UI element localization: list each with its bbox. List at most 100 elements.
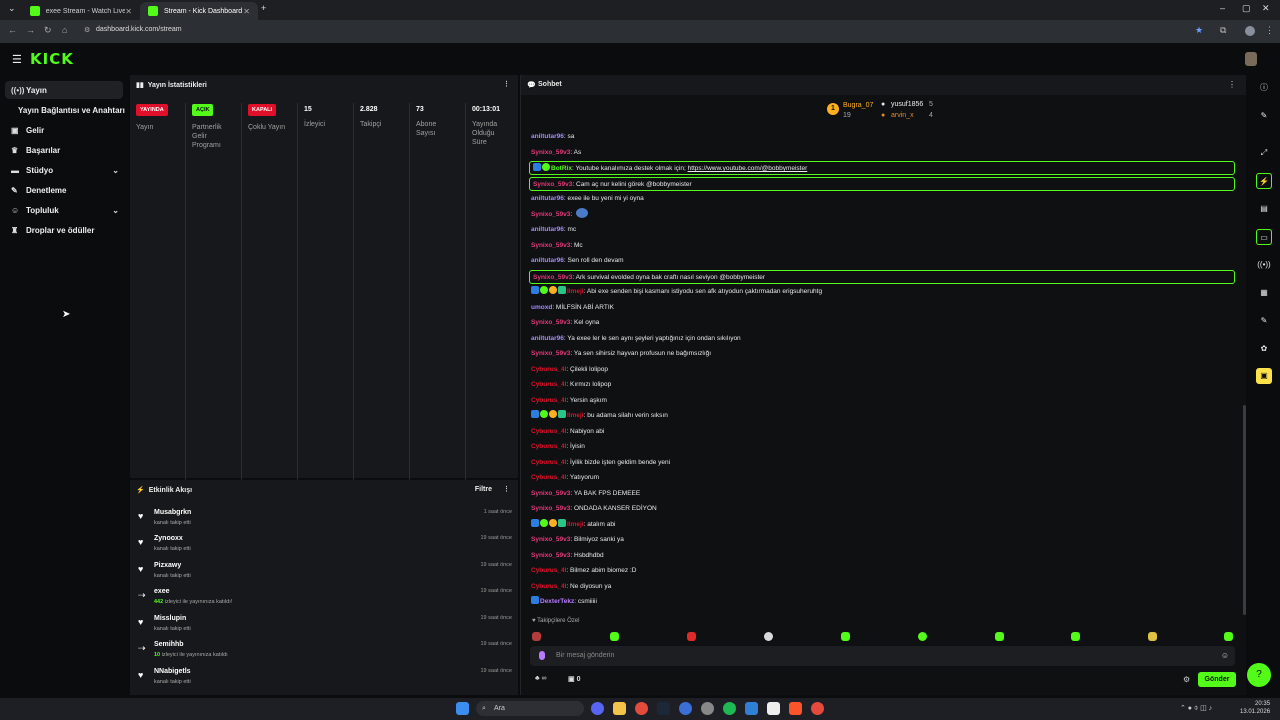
vscode-icon[interactable] — [745, 702, 758, 715]
tab-exee-stream[interactable]: exee Stream - Watch Live on Kick ✕ — [22, 2, 140, 20]
maximize-icon[interactable]: ▢ — [1242, 3, 1251, 14]
sidebar-item-yayin[interactable]: ((•)) Yayın — [5, 81, 123, 99]
activity-user[interactable]: NNabigetls — [154, 668, 191, 675]
chat-username[interactable]: Synixo_59v3 — [533, 274, 572, 281]
broadcast-panel-icon[interactable]: ((•)) — [1256, 257, 1272, 273]
activity-user[interactable]: Pizxawy — [154, 562, 181, 569]
tray-icons[interactable]: ⌃ ● ⌽ ◫ ♪ — [1180, 704, 1212, 713]
folder-icon[interactable] — [613, 702, 626, 715]
emote-icon[interactable] — [1148, 632, 1157, 641]
chat-username[interactable]: BotRix — [551, 165, 572, 172]
chat-username[interactable]: Ilmeji — [567, 521, 584, 528]
menu-icon[interactable]: ⋮ — [1265, 25, 1274, 36]
reload-icon[interactable]: ↻ — [44, 25, 52, 36]
chat-username[interactable]: Synixo_59v3 — [531, 350, 570, 357]
spotify-icon[interactable] — [723, 702, 736, 715]
info-icon[interactable]: ⓘ — [1256, 80, 1272, 96]
emoji-icon[interactable]: ☺ — [1221, 651, 1229, 660]
chat-username[interactable]: Cyburus_4l — [531, 459, 566, 466]
taskbar-clock[interactable]: 20:35 13.01.2026 — [1240, 700, 1270, 716]
kick-logo[interactable]: KICK — [30, 50, 74, 68]
activity-user[interactable]: Zynooxx — [154, 535, 183, 542]
chat-username[interactable]: DexterTekz — [540, 598, 574, 605]
chat-username[interactable]: Cyburus_4l — [531, 366, 566, 373]
emote-icon[interactable] — [995, 632, 1004, 641]
chat-username[interactable]: Synixo_59v3 — [531, 211, 570, 218]
points-counter[interactable]: ♣ ∞ — [535, 675, 547, 682]
emote-icon[interactable] — [687, 632, 696, 641]
close-tab-icon[interactable]: ✕ — [125, 7, 132, 16]
emote-icon[interactable] — [764, 632, 773, 641]
expand-icon[interactable]: ⤢ — [1256, 145, 1272, 161]
chat-username[interactable]: Ilmeji — [567, 288, 584, 295]
bolt-panel-icon[interactable]: ⚡ — [1256, 173, 1272, 189]
chrome-icon[interactable] — [635, 702, 648, 715]
profile-avatar-icon[interactable] — [1245, 26, 1255, 36]
emote-icon[interactable] — [610, 632, 619, 641]
gifter-name[interactable]: arvin_x — [891, 112, 914, 119]
chat-link[interactable]: https://www.youtube.com/@bobbymeister — [688, 165, 808, 172]
hamburger-menu-icon[interactable]: ☰ — [12, 53, 22, 66]
activity-user[interactable]: exee — [154, 588, 170, 595]
clapper-icon[interactable]: ▣ — [1256, 368, 1272, 384]
edit-icon[interactable]: ✎ — [1256, 108, 1272, 124]
start-icon[interactable] — [456, 702, 469, 715]
sidebar-item-droplar[interactable]: ♜ Droplar ve ödüller — [5, 221, 123, 239]
sidebar-item-basarilar[interactable]: ♛ Başarılar — [5, 141, 123, 159]
gifter-name[interactable]: Bugra_07 — [843, 102, 873, 109]
chat-username[interactable]: Cyburus_4l — [531, 567, 566, 574]
chat-username[interactable]: Synixo_59v3 — [531, 319, 570, 326]
chat-username[interactable]: aniltutar96 — [531, 226, 564, 233]
chat-username[interactable]: Synixo_59v3 — [531, 242, 570, 249]
gift-counter[interactable]: ▣ 0 — [568, 675, 580, 683]
chat-username[interactable]: aniltutar96 — [531, 195, 564, 202]
emote-icon[interactable] — [1224, 632, 1233, 641]
tab-kick-dashboard[interactable]: Stream - Kick Dashboard ✕ — [140, 2, 258, 20]
chat-username[interactable]: Cyburus_4l — [531, 397, 566, 404]
sidebar-item-stream-key[interactable]: Yayın Bağlantısı ve Anahtarı — [5, 101, 125, 119]
emote-icon[interactable] — [532, 632, 541, 641]
chat-username[interactable]: aniltutar96 — [531, 133, 564, 140]
activity-user[interactable]: Semihhb — [154, 641, 184, 648]
chat-username[interactable]: aniltutar96 — [531, 257, 564, 264]
chat-username[interactable]: Synixo_59v3 — [533, 181, 572, 188]
sidebar-item-denetleme[interactable]: ✎ Denetleme — [5, 181, 123, 199]
chat-username[interactable]: Cyburus_4l — [531, 443, 566, 450]
discord-icon[interactable] — [591, 702, 604, 715]
user-avatar[interactable] — [1245, 52, 1257, 66]
chat-input[interactable]: Bir mesaj gönderin ☺ — [530, 646, 1235, 666]
chat-username[interactable]: umoxd — [531, 304, 552, 311]
chat-username[interactable]: Cyburus_4l — [531, 381, 566, 388]
sidebar-item-topluluk[interactable]: ☺ Topluluk ⌄ — [5, 201, 123, 219]
chat-username[interactable]: Synixo_59v3 — [531, 490, 570, 497]
site-info-icon[interactable]: ⚙ — [84, 26, 90, 34]
chat-username[interactable]: aniltutar96 — [531, 335, 564, 342]
chat-username[interactable]: Cyburus_4l — [531, 583, 566, 590]
filter-button[interactable]: Filtre — [475, 486, 492, 493]
back-icon[interactable]: ← — [8, 25, 17, 35]
chat-scrollbar[interactable] — [1243, 405, 1246, 615]
chrome-icon[interactable] — [811, 702, 824, 715]
stats-panel-icon[interactable]: ▤ — [1256, 201, 1272, 217]
activity-user[interactable]: Misslupin — [154, 615, 186, 622]
more-options-icon[interactable]: ⋮ — [1228, 80, 1236, 89]
minimize-icon[interactable]: – — [1220, 3, 1225, 13]
activity-user[interactable]: Musabgrkn — [154, 509, 191, 516]
more-options-icon[interactable]: ⋮ — [503, 485, 510, 493]
new-tab-icon[interactable]: + — [261, 3, 266, 13]
home-icon[interactable]: ⌂ — [62, 25, 67, 35]
close-window-icon[interactable]: ✕ — [1262, 3, 1270, 14]
chat-username[interactable]: Ilmeji — [567, 412, 584, 419]
wrench-panel-icon[interactable]: ✎ — [1256, 313, 1272, 329]
extensions-icon[interactable]: ⧉ — [1220, 25, 1226, 36]
chat-username[interactable]: Cyburus_4l — [531, 428, 566, 435]
url-text[interactable]: dashboard.kick.com/stream — [96, 26, 182, 33]
app-icon[interactable] — [701, 702, 714, 715]
emote-icon[interactable] — [918, 632, 927, 641]
bookmark-star-icon[interactable]: ★ — [1195, 25, 1203, 36]
chat-username[interactable]: Synixo_59v3 — [531, 505, 570, 512]
chat-settings-icon[interactable]: ⚙ — [1183, 675, 1190, 684]
chat-username[interactable]: Synixo_59v3 — [531, 536, 570, 543]
community-icon[interactable]: ✿ — [1256, 341, 1272, 357]
chat-panel-icon[interactable]: ▭ — [1256, 229, 1272, 245]
